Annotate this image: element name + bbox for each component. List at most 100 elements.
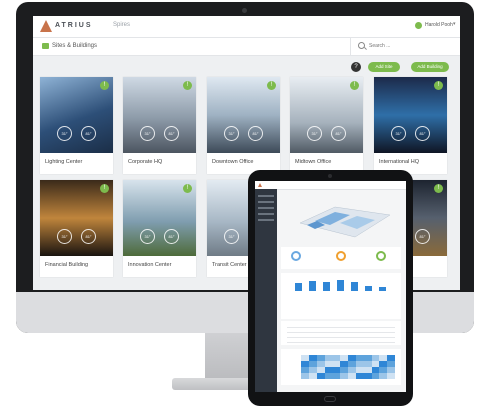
chart-bar [295, 283, 302, 291]
floor-plan-map[interactable] [295, 201, 395, 241]
building-card[interactable]: ! 31° 81° Downtown Office [207, 77, 280, 174]
building-name[interactable]: Financial Building [45, 262, 88, 268]
building-name[interactable]: Midtown Office [295, 159, 331, 165]
search-icon [358, 42, 365, 49]
search-input[interactable] [369, 41, 449, 51]
average-gauge: 31° [140, 126, 155, 141]
status-badge-icon: ! [350, 81, 359, 90]
camera-dot [242, 8, 247, 13]
chart-bar [365, 286, 372, 291]
chart-bar [309, 281, 316, 291]
add-building-button[interactable]: Add Building [411, 62, 449, 72]
building-photo[interactable]: ! 31° 81° [123, 77, 196, 153]
peak-gauge: 81° [331, 126, 346, 141]
heatmap-cell [324, 373, 333, 379]
top-bar: ATRIUS Spires Harold Pooh ▾ [33, 16, 460, 38]
sidebar-item[interactable] [258, 207, 274, 209]
heatmap-cell [348, 373, 356, 379]
bar-chart-panel [281, 273, 401, 319]
heatmap-grid [301, 355, 395, 379]
user-avatar-icon[interactable] [415, 22, 422, 29]
building-photo[interactable]: ! 31° 81° [40, 77, 113, 153]
status-badge-icon: ! [183, 81, 192, 90]
status-badge-icon: ! [100, 184, 109, 193]
kpi-gauge [291, 251, 301, 261]
ipad-camera-dot [328, 174, 332, 178]
data-table-panel [281, 321, 401, 345]
heatmap-cell [340, 373, 348, 379]
building-card[interactable]: ! 31° 81° International HQ [374, 77, 447, 174]
chart-bar [351, 282, 358, 291]
building-card[interactable]: ! 31° 81° Corporate HQ [123, 77, 196, 174]
building-photo[interactable]: ! 31° 81° [374, 77, 447, 153]
status-badge-icon: ! [267, 81, 276, 90]
breadcrumb[interactable]: Sites & Buildings [52, 43, 97, 49]
heatmap-panel [281, 349, 401, 385]
heatmap-cell [308, 373, 317, 379]
status-badge-icon: ! [100, 81, 109, 90]
table-row [287, 337, 395, 338]
average-gauge: 31° [57, 229, 72, 244]
ipad-top-bar [255, 181, 406, 190]
building-name[interactable]: Lighting Center [45, 159, 82, 165]
peak-gauge: 81° [415, 126, 430, 141]
building-photo[interactable]: ! 31° 81° [40, 180, 113, 256]
heatmap-cell [316, 373, 325, 379]
building-name[interactable]: Innovation Center [128, 262, 171, 268]
average-gauge: 31° [57, 126, 72, 141]
building-name[interactable]: International HQ [379, 159, 419, 165]
building-card[interactable]: ! 31° 81° Lighting Center [40, 77, 113, 174]
home-button-icon[interactable] [324, 396, 336, 402]
building-card[interactable]: ! 31° 81° Midtown Office [290, 77, 363, 174]
heatmap-cell [332, 373, 341, 379]
average-gauge: 31° [224, 126, 239, 141]
heatmap-cell [371, 373, 380, 379]
heatmap-cell [363, 373, 372, 379]
kpi-summary [281, 247, 401, 269]
table-row [287, 327, 395, 328]
product-name: Spires [113, 22, 131, 28]
building-photo[interactable]: ! 31° 81° [123, 180, 196, 256]
building-photo[interactable]: ! 31° 81° [290, 77, 363, 153]
chart-bar [337, 280, 344, 291]
building-card[interactable]: ! 31° 81° Financial Building [40, 180, 113, 277]
chart-bar [379, 287, 386, 291]
average-gauge: 31° [307, 126, 322, 141]
kpi-gauge [376, 251, 386, 261]
building-card[interactable]: ! 31° 81° Innovation Center [123, 180, 196, 277]
user-menu[interactable]: Harold Pooh [425, 22, 453, 28]
brand-name: ATRIUS [55, 22, 93, 29]
atrius-logo-icon[interactable] [40, 20, 52, 32]
average-gauge: 31° [391, 126, 406, 141]
status-badge-icon: ! [434, 184, 443, 193]
building-name[interactable]: Corporate HQ [128, 159, 162, 165]
heatmap-cell [379, 373, 388, 379]
status-badge-icon: ! [183, 184, 192, 193]
kpi-gauge [336, 251, 346, 261]
ipad-screen [255, 181, 406, 392]
average-gauge: 31° [140, 229, 155, 244]
ipad-sidebar [255, 189, 277, 392]
peak-gauge: 81° [164, 126, 179, 141]
peak-gauge: 81° [164, 229, 179, 244]
add-site-button[interactable]: Add Site [368, 62, 400, 72]
sidebar-item[interactable] [258, 219, 274, 221]
sidebar-item[interactable] [258, 195, 274, 197]
search-box[interactable] [350, 38, 460, 55]
sidebar-item[interactable] [258, 201, 274, 203]
sidebar-item[interactable] [258, 213, 274, 215]
atrius-logo-icon [258, 183, 262, 187]
heatmap-cell [301, 373, 309, 379]
chart-bar [323, 282, 330, 291]
sub-bar: Sites & Buildings [33, 38, 460, 56]
peak-gauge: 81° [81, 229, 96, 244]
average-gauge: 31° [224, 229, 239, 244]
chevron-down-icon[interactable]: ▾ [453, 21, 456, 27]
table-row [287, 332, 395, 333]
building-name[interactable]: Transit Center [212, 262, 247, 268]
peak-gauge: 81° [415, 229, 430, 244]
buildings-icon [42, 43, 49, 49]
building-photo[interactable]: ! 31° 81° [207, 77, 280, 153]
help-button[interactable]: ? [351, 62, 361, 72]
building-name[interactable]: Downtown Office [212, 159, 253, 165]
